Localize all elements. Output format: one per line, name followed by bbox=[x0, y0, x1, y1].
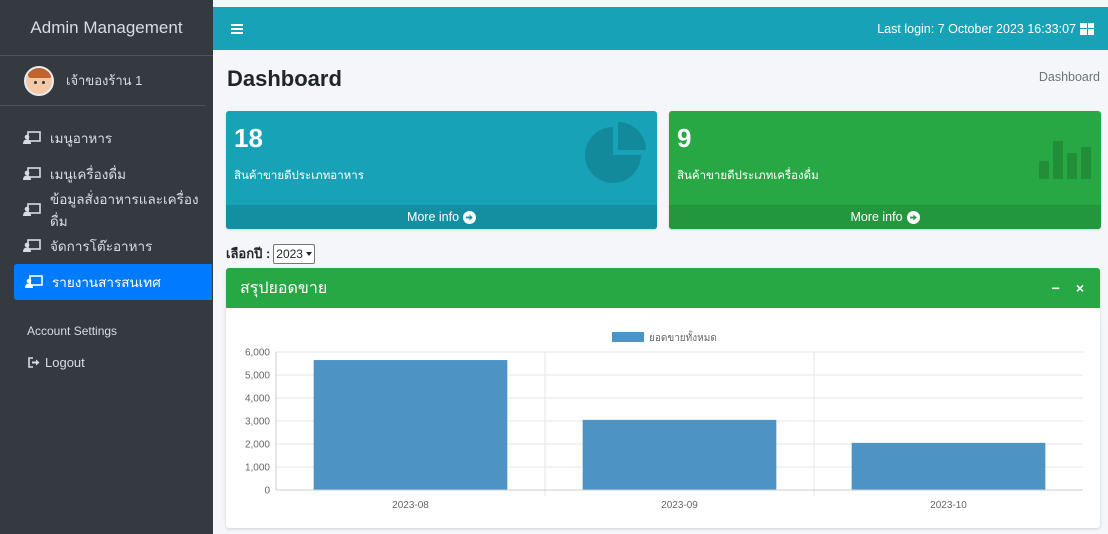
year-select-value: 2023 bbox=[276, 246, 303, 261]
sidebar-item-label: จัดการโต๊ะอาหาร bbox=[50, 239, 153, 254]
chalkboard-teacher-icon bbox=[25, 275, 43, 289]
drink-bestseller-box: 9 สินค้าขายดีประเภทเครื่องดื่ม More info bbox=[669, 111, 1101, 229]
pie-chart-icon bbox=[583, 121, 649, 192]
chalkboard-teacher-icon bbox=[23, 167, 41, 181]
last-login-text: Last login: 7 October 2023 16:33:07 bbox=[877, 21, 1076, 36]
more-info-label: More info bbox=[406, 210, 460, 224]
top-navbar: Last login: 7 October 2023 16:33:07 bbox=[213, 7, 1108, 50]
y-tick-label: 1,000 bbox=[245, 463, 270, 474]
last-login-info: Last login: 7 October 2023 16:33:07 bbox=[877, 22, 1094, 36]
food-more-info-link[interactable]: More info bbox=[226, 205, 657, 229]
y-tick-label: 4,000 bbox=[245, 394, 270, 405]
year-filter: เลือกปี : 2023 bbox=[226, 243, 315, 264]
sidebar-item-label: รายงานสารสนเทศ bbox=[52, 275, 161, 290]
x-tick-label: 2023-08 bbox=[392, 500, 429, 511]
bar-2023-09 bbox=[582, 419, 777, 490]
arrow-circle-right-icon bbox=[906, 210, 920, 224]
x-tick-label: 2023-09 bbox=[661, 500, 698, 511]
card-title: สรุปยอดขาย bbox=[240, 279, 328, 297]
sales-summary-card: สรุปยอดขาย − × ยอดขายทั้งหมด 0 1,000 2,000 3… bbox=[226, 268, 1100, 528]
food-bestseller-box: 18 สินค้าขายดีประเภทอาหาร More info bbox=[226, 111, 657, 229]
sidebar-nav: เมนูอาหาร เมนูเครื่องดื่ม ข้อมูลสั่งอาหา… bbox=[0, 120, 213, 300]
bar-chart-icon bbox=[1039, 121, 1093, 186]
breadcrumb[interactable]: Dashboard bbox=[1039, 70, 1100, 84]
food-bestseller-label: สินค้าขายดีประเภทอาหาร bbox=[234, 170, 364, 182]
sidebar-item-orders[interactable]: ข้อมูลสั่งอาหารและเครื่องดื่ม bbox=[0, 192, 213, 229]
year-select[interactable]: 2023 bbox=[273, 243, 315, 264]
sidebar-item-label: เมนูอาหาร bbox=[50, 131, 113, 146]
card-tools: − × bbox=[1052, 280, 1084, 296]
y-tick-label: 3,000 bbox=[245, 417, 270, 428]
y-tick-label: 0 bbox=[264, 486, 270, 497]
page-title: Dashboard bbox=[227, 66, 342, 91]
brand-title[interactable]: Admin Management bbox=[0, 0, 213, 56]
logout-label: Logout bbox=[45, 354, 85, 370]
logout-link[interactable]: Logout bbox=[0, 344, 213, 380]
year-filter-label: เลือกปี : bbox=[226, 246, 271, 261]
windows-icon[interactable] bbox=[1080, 22, 1094, 35]
drink-bestseller-label: สินค้าขายดีประเภทเครื่องดื่ม bbox=[677, 170, 819, 182]
more-info-label: More info bbox=[850, 210, 903, 224]
drink-more-info-link[interactable]: More info bbox=[669, 205, 1101, 229]
bar-2023-08 bbox=[313, 360, 508, 490]
x-tick-label: 2023-10 bbox=[930, 500, 967, 511]
bar-2023-10 bbox=[851, 442, 1046, 490]
close-icon[interactable]: × bbox=[1076, 280, 1084, 296]
legend-swatch bbox=[612, 332, 644, 342]
sidebar-item-tables[interactable]: จัดการโต๊ะอาหาร bbox=[0, 228, 213, 264]
sales-bar-chart: ยอดขายทั้งหมด 0 1,000 2,000 3,000 4,000 5,000 6… bbox=[245, 330, 1083, 511]
card-header: สรุปยอดขาย − × bbox=[226, 268, 1100, 308]
sidebar-item-drink-menu[interactable]: เมนูเครื่องดื่ม bbox=[0, 156, 213, 192]
user-name[interactable]: เจ้าของร้าน 1 bbox=[66, 70, 142, 91]
sidebar: Admin Management เจ้าของร้าน 1 เมนูอาหาร… bbox=[0, 0, 213, 534]
arrow-circle-right-icon bbox=[463, 210, 477, 224]
legend-label: ยอดขายทั้งหมด bbox=[649, 330, 717, 344]
account-settings-header: Account Settings bbox=[27, 324, 118, 338]
y-tick-label: 2,000 bbox=[245, 440, 270, 451]
chalkboard-teacher-icon bbox=[23, 131, 41, 145]
y-tick-label: 6,000 bbox=[245, 348, 270, 359]
drink-bestseller-count: 9 bbox=[677, 123, 692, 153]
sidebar-item-reports[interactable]: รายงานสารสนเทศ bbox=[14, 264, 212, 300]
y-tick-label: 5,000 bbox=[245, 371, 270, 382]
chalkboard-teacher-icon bbox=[23, 203, 41, 217]
sidebar-item-label: เมนูเครื่องดื่ม bbox=[50, 167, 127, 182]
sidebar-item-food-menu[interactable]: เมนูอาหาร bbox=[0, 120, 213, 156]
sidebar-item-label: ข้อมูลสั่งอาหารและเครื่องดื่ม bbox=[50, 192, 199, 229]
minimize-icon[interactable]: − bbox=[1052, 280, 1060, 296]
menu-toggle-icon[interactable] bbox=[231, 23, 243, 34]
avatar[interactable] bbox=[24, 65, 54, 96]
food-bestseller-count: 18 bbox=[234, 123, 263, 153]
user-panel[interactable]: เจ้าของร้าน 1 bbox=[0, 56, 205, 106]
chalkboard-teacher-icon bbox=[23, 239, 41, 253]
chevron-down-icon bbox=[305, 251, 312, 256]
sign-out-icon bbox=[27, 355, 41, 369]
